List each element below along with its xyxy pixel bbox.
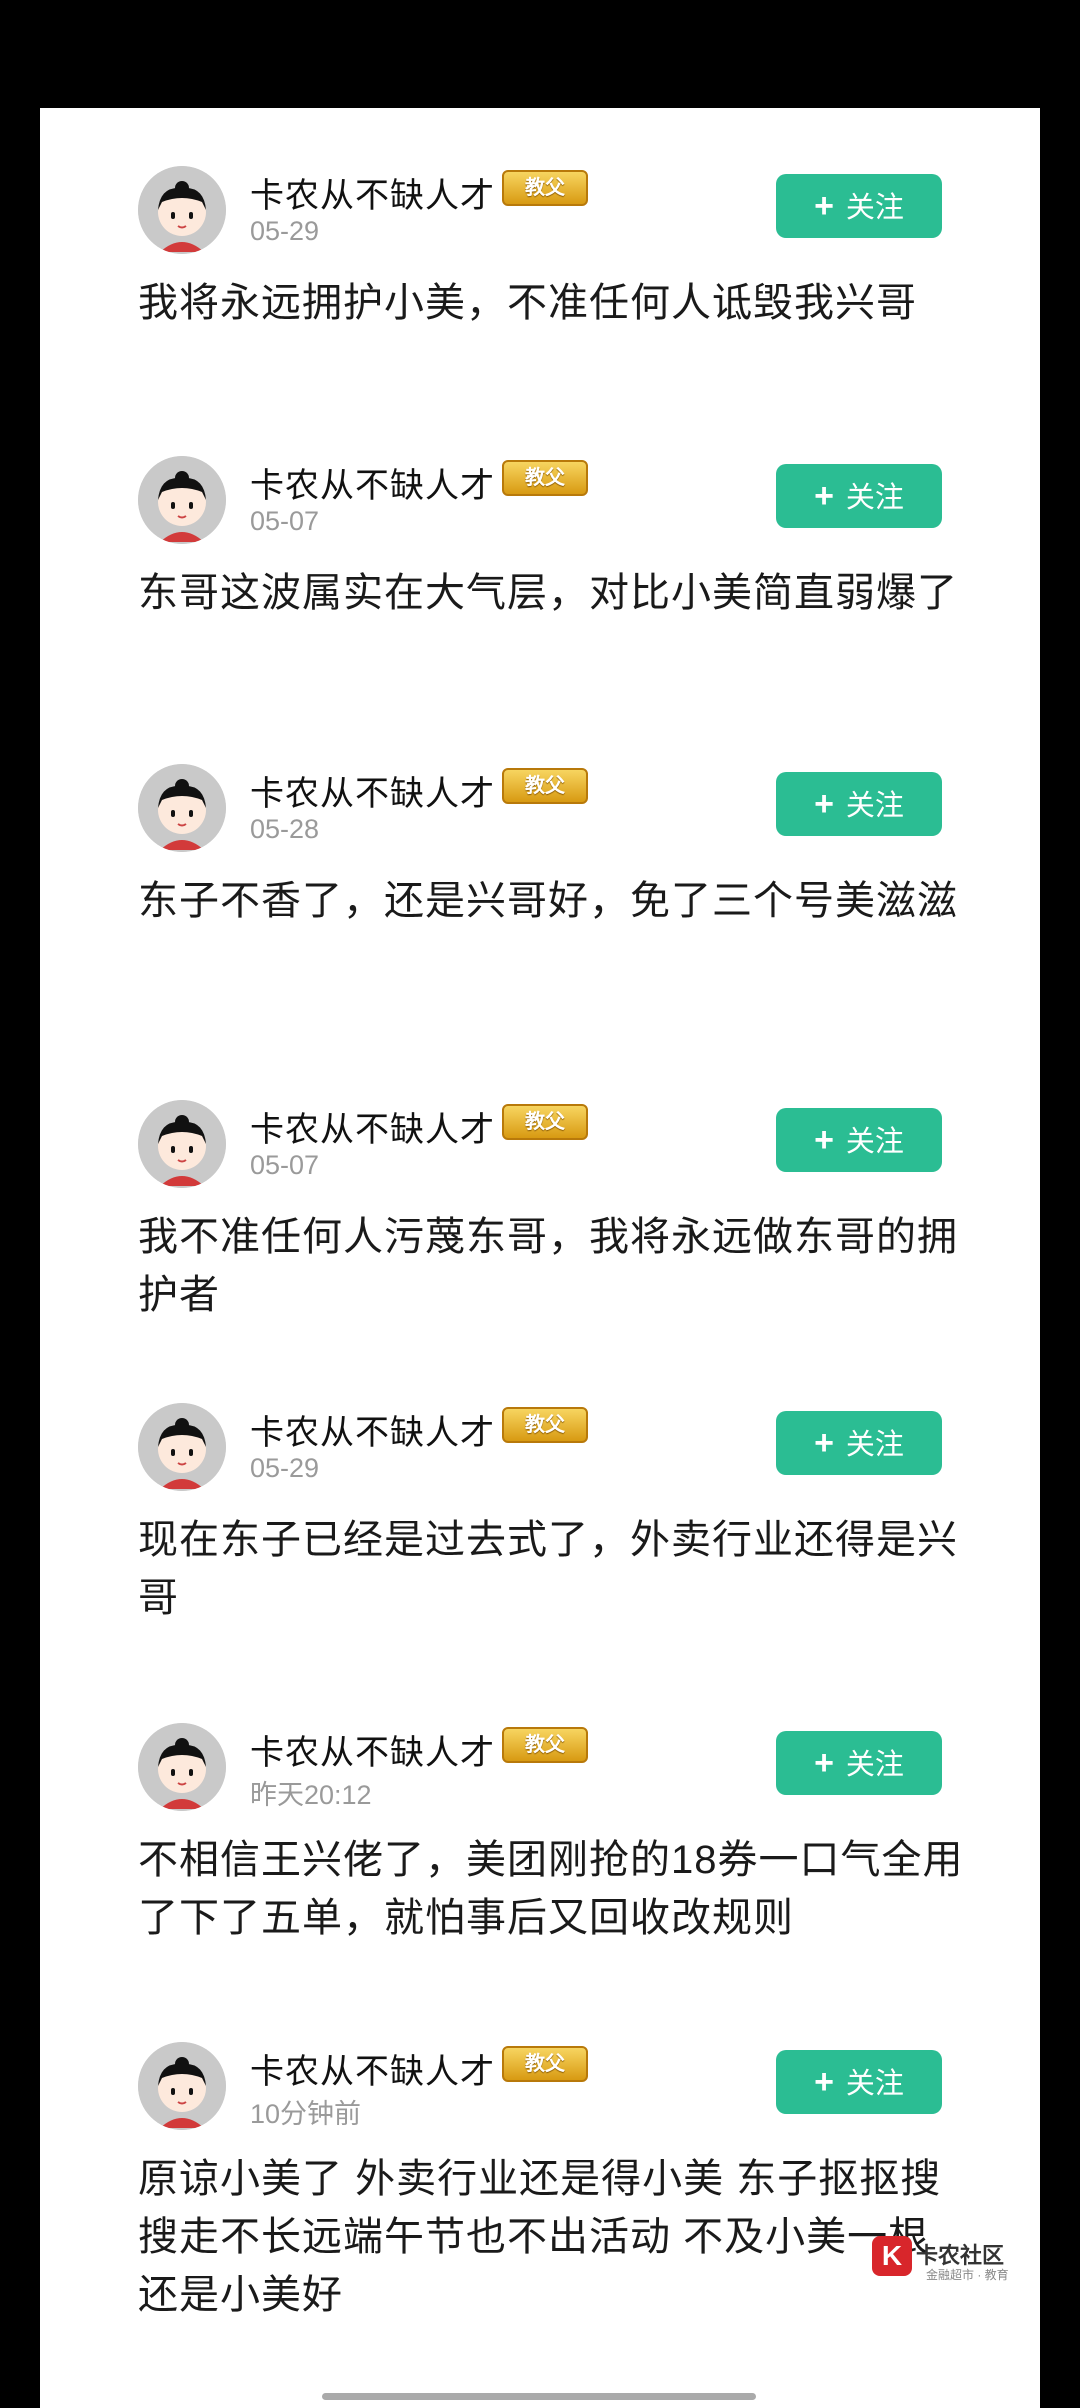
- plus-icon: +: [814, 785, 834, 823]
- avatar[interactable]: [138, 764, 226, 852]
- comment-text: 东哥这波属实在大气层，对比小美简直弱爆了: [138, 571, 958, 615]
- rank-badge: 教父: [502, 2046, 588, 2082]
- follow-label: 关注: [845, 2068, 904, 2100]
- username[interactable]: 卡农从不缺人才: [250, 2044, 495, 2093]
- follow-label: 关注: [845, 1749, 904, 1781]
- plus-icon: +: [814, 477, 834, 515]
- follow-label: 关注: [845, 482, 904, 514]
- follow-button[interactable]: + 关注: [776, 1731, 942, 1795]
- rank-badge: 教父: [502, 1104, 588, 1140]
- rank-badge: 教父: [502, 170, 588, 206]
- plus-icon: +: [814, 2063, 834, 2101]
- comment-list: 卡农从不缺人才 教父 05-29 + 关注 我将永远拥护小美，不准任何人诋毁我兴哥…: [40, 108, 1040, 2408]
- avatar[interactable]: [138, 1403, 226, 1491]
- comment-date: 05-07: [250, 1150, 320, 1180]
- follow-label: 关注: [845, 1429, 904, 1461]
- username[interactable]: 卡农从不缺人才: [250, 1405, 495, 1454]
- follow-button[interactable]: + 关注: [776, 1108, 942, 1172]
- username[interactable]: 卡农从不缺人才: [250, 1102, 495, 1151]
- kanong-logo-icon: K: [872, 2236, 912, 2276]
- follow-button[interactable]: + 关注: [776, 2050, 942, 2114]
- username[interactable]: 卡农从不缺人才: [250, 766, 495, 815]
- comment-text: 东子不香了，还是兴哥好，免了三个号美滋滋: [138, 879, 958, 923]
- plus-icon: +: [814, 1744, 834, 1782]
- rank-badge: 教父: [502, 1407, 588, 1443]
- username[interactable]: 卡农从不缺人才: [250, 168, 495, 217]
- comment-date: 05-29: [250, 216, 320, 246]
- comment-text: 不相信王兴佬了，美团刚抢的18券一口气全用了下了五单，就怕事后又回收改规则: [138, 1838, 964, 1940]
- comment-text: 我将永远拥护小美，不准任何人诋毁我兴哥: [138, 281, 917, 325]
- plus-icon: +: [814, 187, 834, 225]
- site-watermark: K 卡农社区 金融超市 · 教育: [868, 2232, 1028, 2288]
- follow-label: 关注: [845, 192, 904, 224]
- avatar[interactable]: [138, 166, 226, 254]
- plus-icon: +: [814, 1121, 834, 1159]
- follow-button[interactable]: + 关注: [776, 772, 942, 836]
- plus-icon: +: [814, 1424, 834, 1462]
- comment-text: 现在东子已经是过去式了，外卖行业还得是兴哥: [138, 1518, 958, 1620]
- comment-text: 我不准任何人污蔑东哥，我将永远做东哥的拥护者: [138, 1215, 958, 1317]
- avatar[interactable]: [138, 456, 226, 544]
- comment-date: 05-28: [250, 814, 320, 844]
- comment-date: 10分钟前: [250, 2099, 362, 2129]
- comment-text: 原谅小美了 外卖行业还是得小美 东子抠抠搜搜走不长远端午节也不出活动 不及小美一…: [138, 2157, 942, 2317]
- comment-date: 05-29: [250, 1453, 320, 1483]
- follow-button[interactable]: + 关注: [776, 464, 942, 528]
- follow-label: 关注: [845, 790, 904, 822]
- username[interactable]: 卡农从不缺人才: [250, 458, 495, 507]
- rank-badge: 教父: [502, 460, 588, 496]
- avatar[interactable]: [138, 2042, 226, 2130]
- rank-badge: 教父: [502, 768, 588, 804]
- rank-badge: 教父: [502, 1727, 588, 1763]
- home-indicator[interactable]: [322, 2393, 756, 2400]
- username[interactable]: 卡农从不缺人才: [250, 1725, 495, 1774]
- comment-date: 05-07: [250, 506, 320, 536]
- follow-label: 关注: [845, 1126, 904, 1158]
- avatar[interactable]: [138, 1100, 226, 1188]
- follow-button[interactable]: + 关注: [776, 1411, 942, 1475]
- watermark-subtitle: 金融超市 · 教育: [926, 2268, 1009, 2282]
- follow-button[interactable]: + 关注: [776, 174, 942, 238]
- avatar[interactable]: [138, 1723, 226, 1811]
- comment-date: 昨天20:12: [250, 1780, 372, 1810]
